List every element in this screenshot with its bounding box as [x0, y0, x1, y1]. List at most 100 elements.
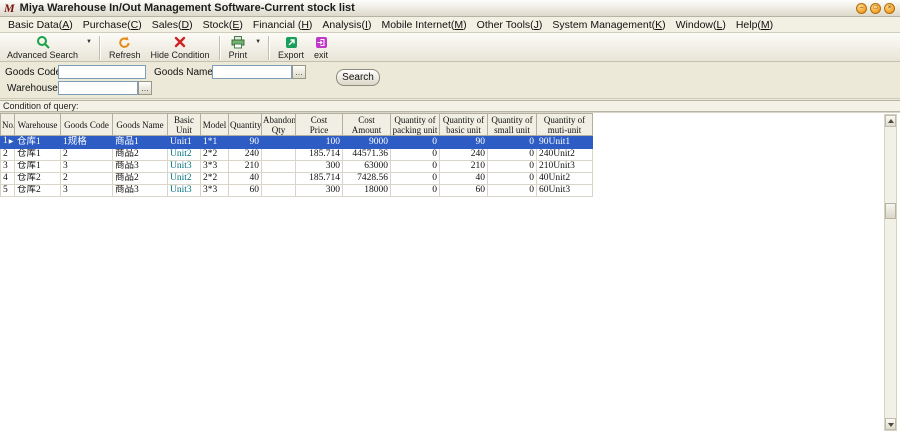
- table-cell[interactable]: 3: [1, 161, 15, 173]
- table-cell[interactable]: 1*1: [201, 136, 229, 149]
- table-cell[interactable]: 90: [229, 136, 262, 149]
- refresh-button[interactable]: Refresh: [104, 34, 146, 60]
- goods-name-browse-button[interactable]: …: [292, 65, 306, 79]
- table-cell[interactable]: 60Unit3: [537, 185, 593, 197]
- table-cell[interactable]: 300: [296, 185, 343, 197]
- goods-name-input[interactable]: [212, 65, 292, 79]
- table-cell[interactable]: 40: [229, 173, 262, 185]
- table-cell[interactable]: 商品2: [113, 149, 168, 161]
- table-cell[interactable]: 2*2: [201, 149, 229, 161]
- table-cell[interactable]: 仓库1: [15, 136, 61, 149]
- table-cell[interactable]: 4: [1, 173, 15, 185]
- table-cell[interactable]: 240: [440, 149, 488, 161]
- table-cell[interactable]: 0: [488, 136, 537, 149]
- menu-item[interactable]: Analysis(I): [317, 19, 376, 31]
- table-cell[interactable]: 3: [61, 161, 113, 173]
- table-cell[interactable]: 0: [488, 185, 537, 197]
- table-cell[interactable]: 仓库2: [15, 185, 61, 197]
- table-cell[interactable]: 商品2: [113, 173, 168, 185]
- table-cell[interactable]: 100: [296, 136, 343, 149]
- table-cell[interactable]: 60: [229, 185, 262, 197]
- search-button[interactable]: Search: [336, 69, 380, 86]
- condition-of-query-bar[interactable]: Condition of query:: [0, 100, 900, 112]
- table-cell[interactable]: 仓库2: [15, 173, 61, 185]
- table-cell[interactable]: 商品3: [113, 161, 168, 173]
- table-cell[interactable]: 240: [229, 149, 262, 161]
- column-header[interactable]: Abandon Qty: [262, 114, 296, 136]
- column-header[interactable]: Basic Unit: [168, 114, 201, 136]
- column-header[interactable]: Quantity of small unit: [488, 114, 537, 136]
- table-cell[interactable]: 210: [229, 161, 262, 173]
- menu-item[interactable]: System Management(K): [547, 19, 670, 31]
- table-cell[interactable]: Unit2: [168, 149, 201, 161]
- column-header[interactable]: No.: [1, 114, 15, 136]
- table-cell[interactable]: 2: [61, 149, 113, 161]
- column-header[interactable]: Goods Code: [61, 114, 113, 136]
- table-cell[interactable]: 2: [1, 149, 15, 161]
- export-button[interactable]: Export: [273, 34, 309, 60]
- column-header[interactable]: Goods Name: [113, 114, 168, 136]
- table-cell[interactable]: 1规格: [61, 136, 113, 149]
- table-cell[interactable]: 仓库1: [15, 149, 61, 161]
- table-cell[interactable]: Unit1: [168, 136, 201, 149]
- table-cell[interactable]: 40Unit2: [537, 173, 593, 185]
- table-cell[interactable]: 210: [440, 161, 488, 173]
- column-header[interactable]: Quantity of basic unit: [440, 114, 488, 136]
- table-cell[interactable]: 7428.56: [343, 173, 391, 185]
- table-cell[interactable]: 60: [440, 185, 488, 197]
- menu-item[interactable]: Help(M): [731, 19, 778, 31]
- table-cell[interactable]: 1: [1, 136, 15, 149]
- table-cell[interactable]: 5: [1, 185, 15, 197]
- table-row[interactable]: 4仓库22商品2Unit22*240185.7147428.56040040Un…: [1, 173, 593, 185]
- table-cell[interactable]: 3: [61, 185, 113, 197]
- table-cell[interactable]: 商品1: [113, 136, 168, 149]
- table-cell[interactable]: Unit3: [168, 185, 201, 197]
- minimize-button[interactable]: [856, 3, 867, 14]
- table-cell[interactable]: 0: [488, 173, 537, 185]
- table-row[interactable]: 2仓库12商品2Unit22*2240185.71444571.36024002…: [1, 149, 593, 161]
- table-cell[interactable]: 90Unit1: [537, 136, 593, 149]
- table-cell[interactable]: 2: [61, 173, 113, 185]
- menu-item[interactable]: Sales(D): [147, 19, 198, 31]
- vertical-scrollbar[interactable]: [884, 114, 897, 431]
- table-cell[interactable]: [262, 136, 296, 149]
- hide-condition-button[interactable]: Hide Condition: [146, 34, 215, 60]
- table-cell[interactable]: 63000: [343, 161, 391, 173]
- table-cell[interactable]: Unit3: [168, 161, 201, 173]
- table-cell[interactable]: 40: [440, 173, 488, 185]
- table-cell[interactable]: [262, 185, 296, 197]
- advanced-search-dropdown-icon[interactable]: ▼: [83, 39, 95, 45]
- menu-item[interactable]: Mobile Internet(M): [376, 19, 471, 31]
- close-button[interactable]: [884, 3, 895, 14]
- table-cell[interactable]: 0: [391, 161, 440, 173]
- table-cell[interactable]: 3*3: [201, 185, 229, 197]
- table-row[interactable]: 3仓库13商品3Unit33*32103006300002100210Unit3: [1, 161, 593, 173]
- table-cell[interactable]: 185.714: [296, 149, 343, 161]
- table-cell[interactable]: 185.714: [296, 173, 343, 185]
- menu-item[interactable]: Window(L): [671, 19, 731, 31]
- table-cell[interactable]: 0: [391, 173, 440, 185]
- scroll-down-icon[interactable]: [885, 418, 896, 430]
- table-cell[interactable]: 90: [440, 136, 488, 149]
- menu-item[interactable]: Stock(E): [198, 19, 248, 31]
- menu-item[interactable]: Basic Data(A): [3, 19, 78, 31]
- column-header[interactable]: Warehouse: [15, 114, 61, 136]
- table-cell[interactable]: 0: [391, 149, 440, 161]
- goods-code-input[interactable]: [58, 65, 146, 79]
- table-cell[interactable]: 商品3: [113, 185, 168, 197]
- exit-button[interactable]: exit: [309, 34, 333, 60]
- menu-item[interactable]: Purchase(C): [78, 19, 147, 31]
- column-header[interactable]: Model: [201, 114, 229, 136]
- table-cell[interactable]: 210Unit3: [537, 161, 593, 173]
- table-cell[interactable]: 仓库1: [15, 161, 61, 173]
- column-header[interactable]: Cost Amount: [343, 114, 391, 136]
- table-row[interactable]: 5仓库23商品3Unit33*36030018000060060Unit3: [1, 185, 593, 197]
- table-cell[interactable]: [262, 173, 296, 185]
- table-cell[interactable]: 0: [391, 136, 440, 149]
- table-cell[interactable]: 44571.36: [343, 149, 391, 161]
- print-button[interactable]: Print: [224, 34, 253, 60]
- table-cell[interactable]: 3*3: [201, 161, 229, 173]
- scroll-up-icon[interactable]: [885, 115, 896, 127]
- table-row[interactable]: 1仓库11规格商品1Unit11*1901009000090090Unit1: [1, 136, 593, 149]
- column-header[interactable]: Quantity of packing unit: [391, 114, 440, 136]
